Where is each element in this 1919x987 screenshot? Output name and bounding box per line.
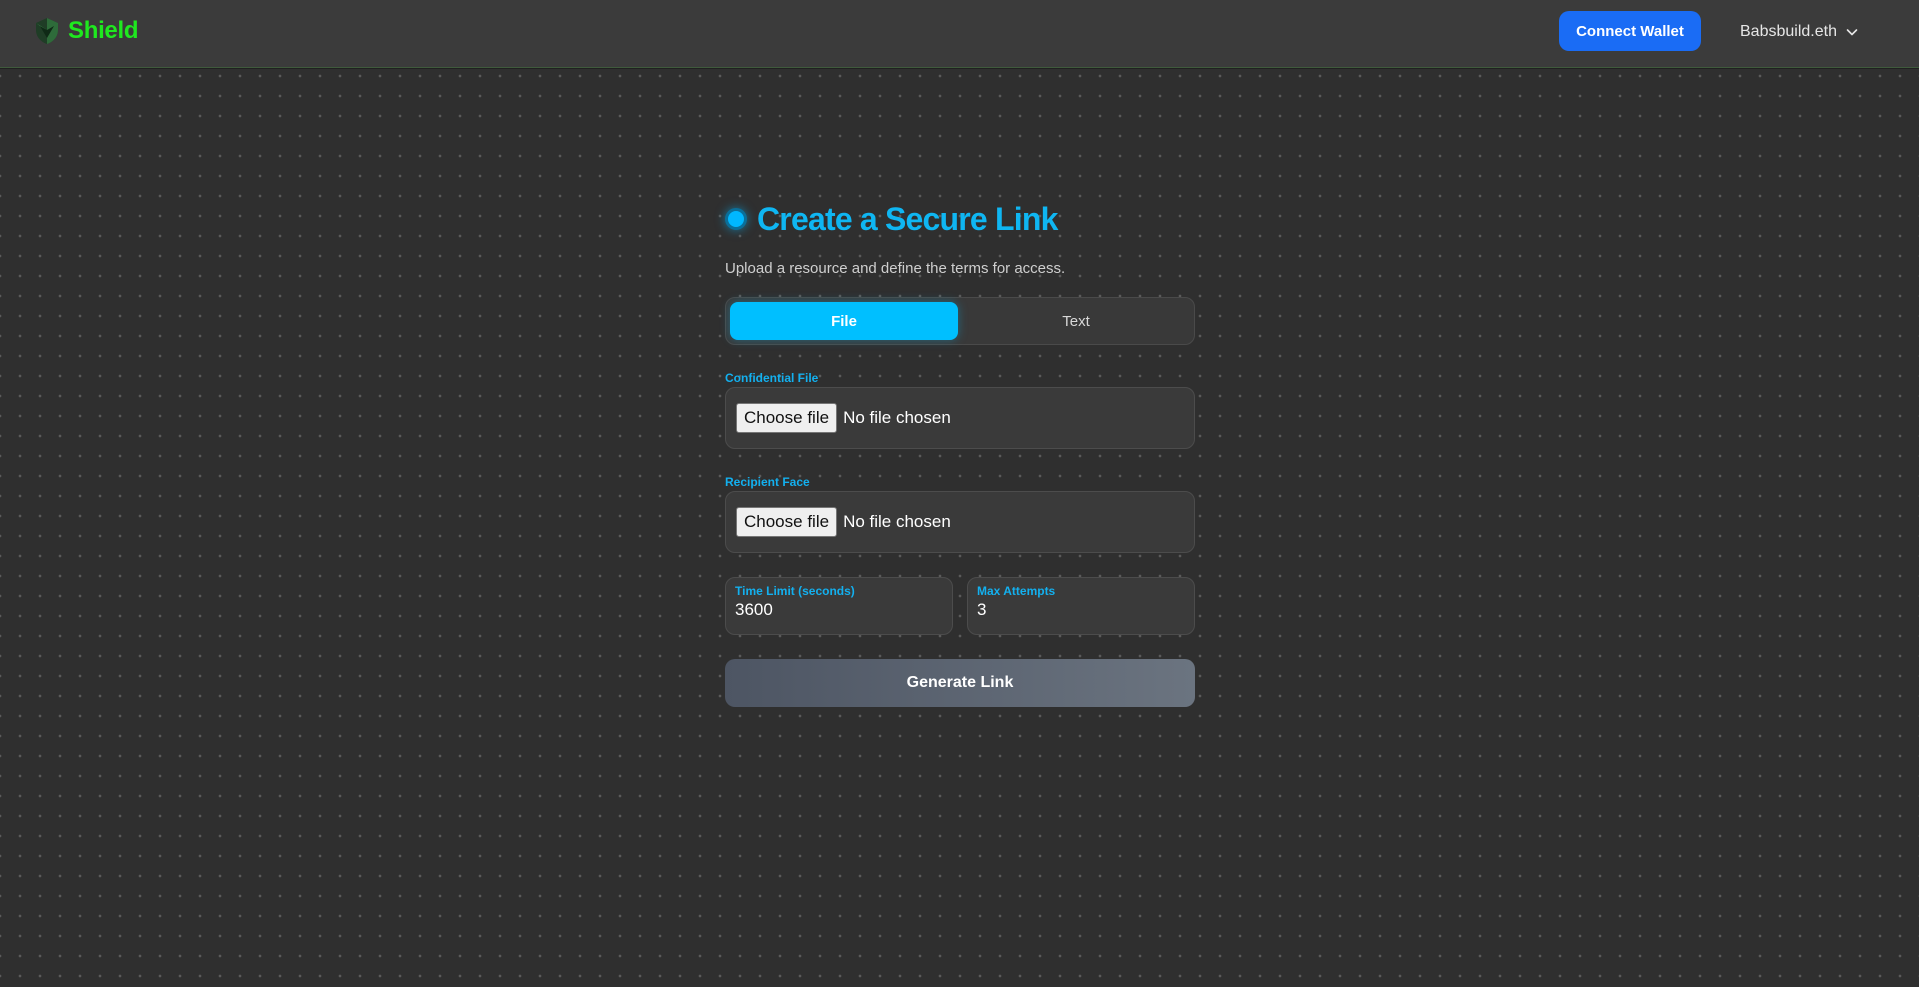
confidential-file-label: Confidential File bbox=[725, 371, 819, 385]
brand[interactable]: Shield bbox=[32, 14, 139, 48]
recipient-face-label: Recipient Face bbox=[725, 475, 810, 489]
page-title: Create a Secure Link bbox=[757, 200, 1058, 237]
title-row: Create a Secure Link bbox=[725, 198, 1195, 240]
account-name: Babsbuild.eth bbox=[1740, 23, 1837, 40]
confidential-file-input[interactable]: Choose file No file chosen bbox=[725, 387, 1195, 449]
page-subtitle: Upload a resource and define the terms f… bbox=[725, 260, 1066, 277]
brand-name: Shield bbox=[68, 17, 139, 44]
limits-row: Time Limit (seconds) Max Attempts bbox=[725, 577, 1195, 635]
tab-text[interactable]: Text bbox=[962, 302, 1190, 340]
time-limit-input[interactable] bbox=[735, 600, 943, 620]
recipient-face-choose-button[interactable]: Choose file bbox=[736, 507, 838, 537]
account-menu[interactable]: Babsbuild.eth bbox=[1740, 20, 1859, 44]
status-dot-icon bbox=[725, 208, 747, 230]
confidential-file-status: No file chosen bbox=[843, 408, 951, 427]
time-limit-label: Time Limit (seconds) bbox=[735, 584, 855, 598]
recipient-face-input[interactable]: Choose file No file chosen bbox=[725, 491, 1195, 553]
resource-type-toggle: File Text bbox=[725, 297, 1195, 345]
confidential-file-choose-button[interactable]: Choose file bbox=[736, 403, 838, 433]
max-attempts-input[interactable] bbox=[977, 600, 1185, 620]
tab-file[interactable]: File bbox=[730, 302, 958, 340]
shield-logo-icon bbox=[36, 18, 58, 44]
generate-link-button[interactable]: Generate Link bbox=[725, 659, 1195, 707]
chevron-down-icon bbox=[1846, 29, 1858, 36]
max-attempts-label: Max Attempts bbox=[977, 584, 1056, 598]
connect-wallet-button[interactable]: Connect Wallet bbox=[1559, 11, 1701, 51]
recipient-face-status: No file chosen bbox=[843, 512, 951, 531]
create-link-form: Create a Secure Link Upload a resource a… bbox=[725, 198, 1195, 707]
top-navbar: Shield Connect Wallet Babsbuild.eth bbox=[0, 0, 1919, 68]
time-limit-field[interactable]: Time Limit (seconds) bbox=[725, 577, 953, 635]
max-attempts-field[interactable]: Max Attempts bbox=[967, 577, 1195, 635]
